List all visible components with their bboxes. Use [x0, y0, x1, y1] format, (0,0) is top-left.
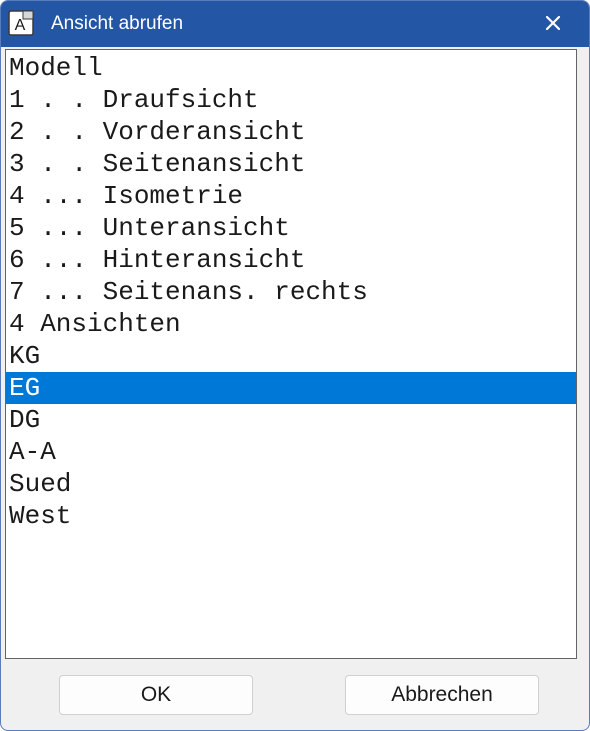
cancel-button[interactable]: Abbrechen — [345, 675, 539, 715]
list-item[interactable]: DG — [6, 404, 576, 436]
list-item[interactable]: 2 . . Vorderansicht — [6, 116, 576, 148]
list-item[interactable]: Sued — [6, 468, 576, 500]
list-item[interactable]: EG — [6, 372, 576, 404]
list-item[interactable]: 4 Ansichten — [6, 308, 576, 340]
view-listbox[interactable]: Modell 1 . . Draufsicht 2 . . Vorderansich… — [5, 49, 577, 659]
ok-button[interactable]: OK — [59, 675, 253, 715]
dialog-window: A Ansicht abrufen Modell 1 . . Draufsicht… — [0, 0, 590, 731]
window-title: Ansicht abrufen — [51, 13, 184, 34]
app-icon-letter: A — [15, 17, 26, 34]
list-item[interactable]: 6 ... Hinteransicht — [6, 244, 576, 276]
close-icon — [545, 15, 561, 31]
app-icon: A — [8, 10, 34, 36]
list-item[interactable]: Modell — [6, 52, 576, 84]
list-item[interactable]: 5 ... Unteransicht — [6, 212, 576, 244]
list-item[interactable]: 3 . . Seitenansicht — [6, 148, 576, 180]
list-item[interactable]: 1 . . Draufsicht — [6, 84, 576, 116]
close-button[interactable] — [533, 5, 573, 41]
list-item[interactable]: 4 ... Isometrie — [6, 180, 576, 212]
list-item[interactable]: 7 ... Seitenans. rechts — [6, 276, 576, 308]
title-bar[interactable]: A Ansicht abrufen — [1, 1, 589, 47]
list-item[interactable]: West — [6, 500, 576, 532]
list-item[interactable]: A-A — [6, 436, 576, 468]
list-item[interactable]: KG — [6, 340, 576, 372]
